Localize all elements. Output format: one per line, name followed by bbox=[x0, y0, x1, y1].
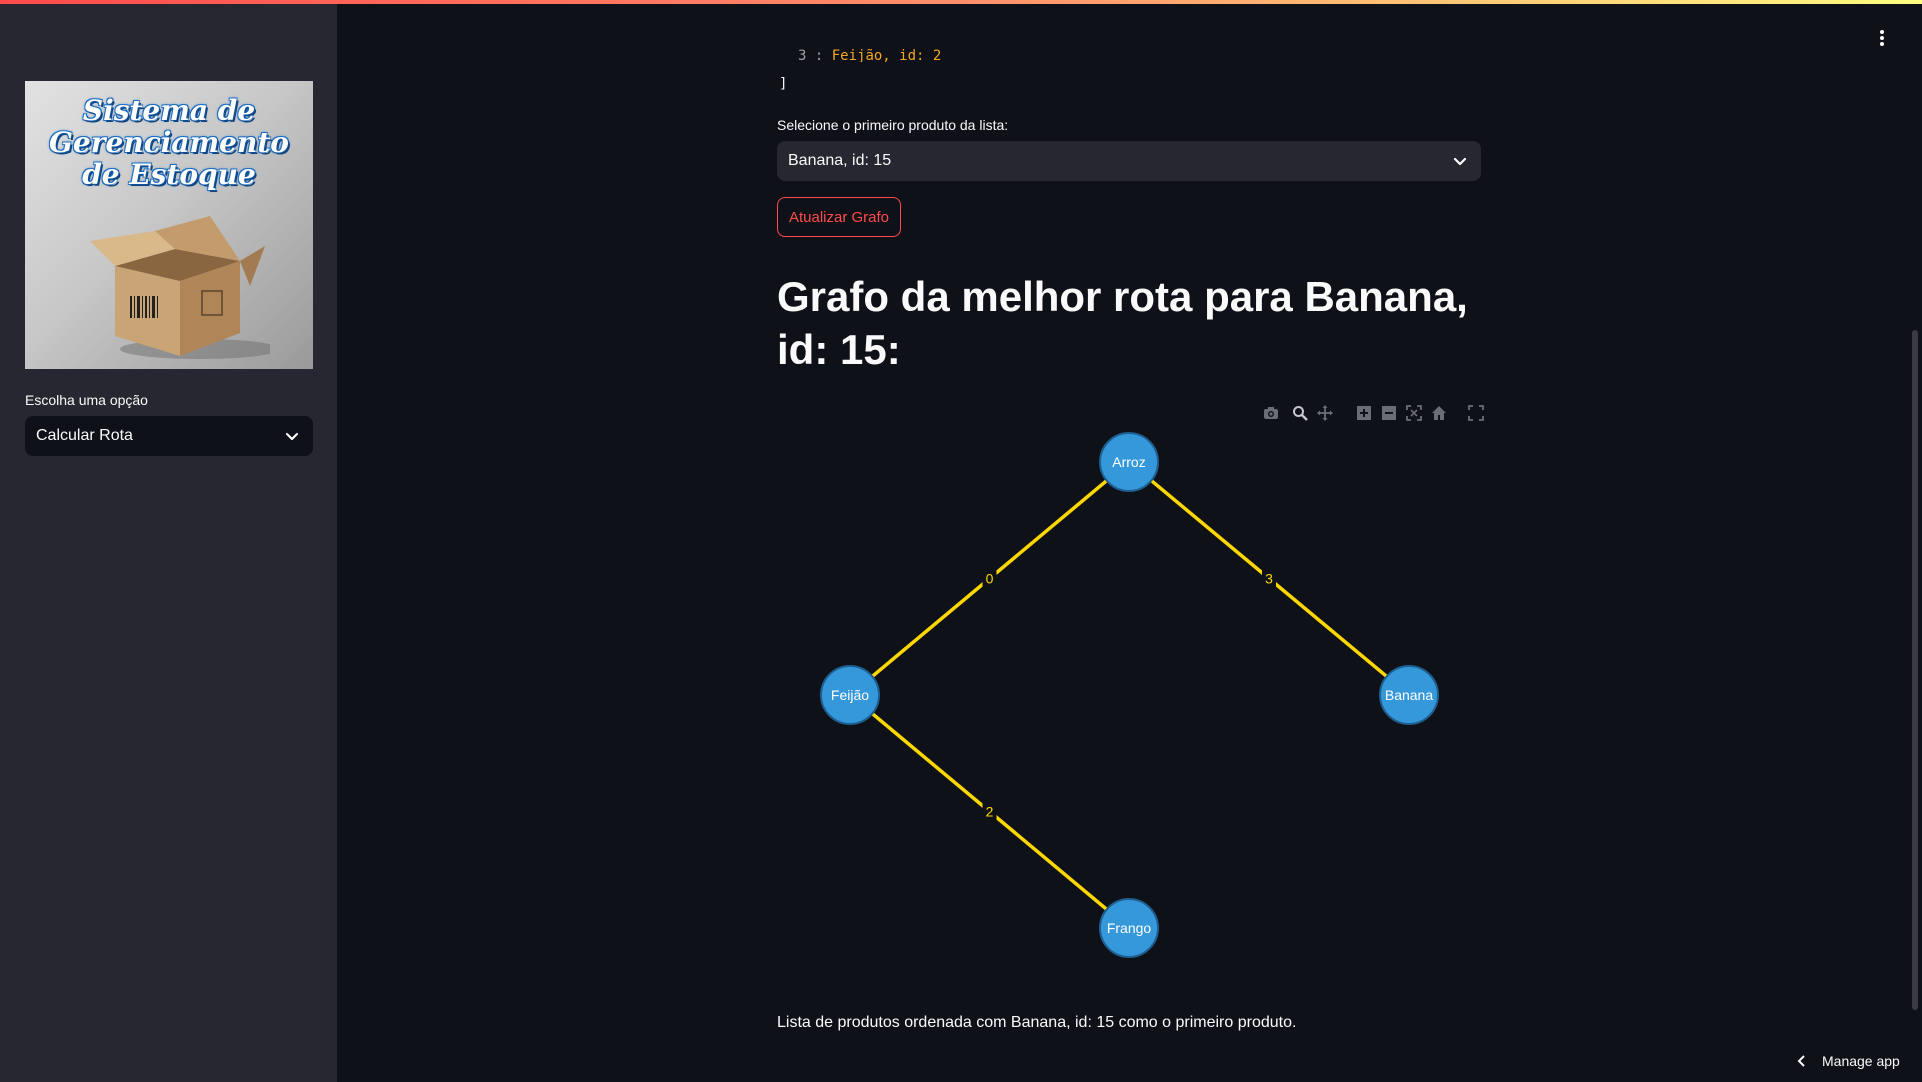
graph-node-label: Banana bbox=[1385, 687, 1433, 703]
route-graph[interactable]: 0 3 2 Arroz Feijão Banana Frango bbox=[777, 400, 1481, 970]
product-select-label: Selecione o primeiro produto da lista: bbox=[777, 117, 1009, 133]
graph-node-label: Arroz bbox=[1112, 454, 1145, 470]
graph-node-label: Frango bbox=[1107, 920, 1152, 936]
main-scrollbar[interactable] bbox=[1912, 330, 1918, 1010]
sidebar: Sistema de Gerenciamento de Estoque Esco… bbox=[0, 4, 337, 1082]
logo-title-line-2: Gerenciamento bbox=[49, 126, 289, 159]
chevron-down-icon bbox=[1453, 157, 1467, 166]
product-select[interactable]: Banana, id: 15 bbox=[777, 141, 1481, 181]
product-select-value: Banana, id: 15 bbox=[788, 152, 892, 169]
graph-edge-label: 3 bbox=[1265, 571, 1273, 587]
page-heading: Grafo da melhor rota para Banana, id: 15… bbox=[777, 273, 1468, 373]
code-block-partial-line: 3 : Feijão, id: 2 bbox=[798, 48, 941, 62]
code-value: Feijão, id: 2 bbox=[831, 48, 942, 62]
code-block-closing-bracket: ] bbox=[779, 76, 788, 92]
logo-title-line-1: Sistema de bbox=[82, 94, 256, 127]
logo-title-line-3: de Estoque bbox=[82, 158, 256, 191]
option-select[interactable]: Calcular Rota bbox=[25, 416, 313, 456]
graph-edge-label: 0 bbox=[986, 571, 994, 587]
logo-title: Sistema de Gerenciamento de Estoque bbox=[25, 95, 313, 191]
app-logo-image: Sistema de Gerenciamento de Estoque bbox=[25, 81, 313, 369]
option-select-value: Calcular Rota bbox=[36, 427, 133, 444]
sorted-list-caption: Lista de produtos ordenada com Banana, i… bbox=[777, 1014, 1297, 1031]
chevron-down-icon bbox=[285, 432, 299, 441]
main-menu-icon[interactable] bbox=[1874, 26, 1890, 50]
manage-app-button[interactable]: Manage app bbox=[1796, 1050, 1900, 1072]
cardboard-box-icon bbox=[90, 216, 270, 359]
graph-edge-label: 2 bbox=[986, 804, 994, 820]
update-graph-button[interactable]: Atualizar Grafo bbox=[777, 197, 901, 237]
manage-app-label: Manage app bbox=[1822, 1053, 1900, 1069]
chevron-left-icon bbox=[1797, 1055, 1805, 1067]
code-key: 3 : bbox=[798, 48, 824, 62]
graph-node-label: Feijão bbox=[831, 687, 869, 703]
option-select-label: Escolha uma opção bbox=[25, 392, 148, 408]
